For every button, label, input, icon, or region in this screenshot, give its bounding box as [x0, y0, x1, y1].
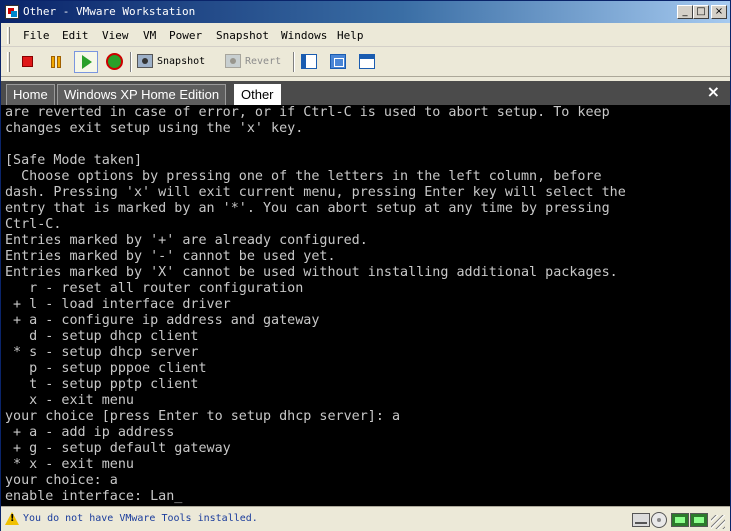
console-line: + l - load interface driver: [5, 297, 231, 312]
console-line: + g - setup default gateway: [5, 441, 231, 456]
power-on-button[interactable]: [74, 51, 98, 73]
snapshot-icon: [137, 54, 153, 68]
vmware-app-icon[interactable]: [5, 5, 19, 19]
warning-icon: [5, 512, 19, 525]
reset-icon: [106, 53, 123, 70]
cdrom-icon[interactable]: [651, 512, 667, 528]
toolbar: Snapshot Revert: [1, 47, 730, 77]
console-line: + a - add ip address: [5, 425, 175, 440]
console-line: are reverted in case of error, or if Ctr…: [5, 105, 610, 120]
summary-view-icon: [359, 54, 375, 69]
reset-button[interactable]: [103, 51, 125, 73]
summary-view-button[interactable]: [356, 51, 378, 73]
vm-console[interactable]: are reverted in case of error, or if Ctr…: [1, 105, 730, 506]
console-line: dash. Pressing 'x' will exit current men…: [5, 185, 626, 200]
power-off-icon: [22, 56, 33, 67]
power-on-icon: [82, 55, 92, 69]
menu-windows[interactable]: Windows: [281, 29, 327, 42]
console-line: d - setup dhcp client: [5, 329, 199, 344]
console-line: t - setup pptp client: [5, 377, 199, 392]
console-line: x - exit menu: [5, 393, 134, 408]
toolbar-grip[interactable]: [7, 52, 10, 72]
menu-power[interactable]: Power: [169, 29, 202, 42]
console-line: Entries marked by '-' cannot be used yet…: [5, 249, 336, 264]
menu-bar-grip[interactable]: [7, 27, 10, 44]
close-window-button[interactable]: ×: [711, 5, 727, 19]
tab-other[interactable]: Other: [234, 84, 281, 106]
toolbar-separator: [130, 52, 132, 72]
console-line: r - reset all router configuration: [5, 281, 304, 296]
tab-bar: Home Windows XP Home Edition Other ×: [1, 81, 730, 106]
revert-label: Revert: [245, 56, 282, 67]
network-adapter-icon[interactable]: [671, 513, 689, 527]
quick-switch-button[interactable]: [298, 51, 320, 73]
menu-snapshot[interactable]: Snapshot: [216, 29, 269, 42]
menu-help[interactable]: Help: [337, 29, 364, 42]
console-line: Choose options by pressing one of the le…: [5, 169, 602, 184]
console-line: your choice [press Enter to setup dhcp s…: [5, 409, 401, 424]
menu-vm[interactable]: VM: [143, 29, 156, 42]
console-line: + a - configure ip address and gateway: [5, 313, 320, 328]
tab-home[interactable]: Home: [6, 84, 55, 105]
toolbar-separator: [293, 52, 295, 72]
power-off-button[interactable]: [16, 51, 38, 73]
console-line: p - setup pppoe client: [5, 361, 207, 376]
suspend-button[interactable]: [45, 51, 67, 73]
console-line: changes exit setup using the 'x' key.: [5, 121, 304, 136]
revert-button[interactable]: Revert: [223, 51, 287, 73]
resize-grip[interactable]: [711, 515, 725, 529]
window-title: Other - VMware Workstation: [23, 5, 196, 18]
console-line: [Safe Mode taken]: [5, 153, 143, 168]
close-tab-icon[interactable]: ×: [707, 82, 720, 101]
hard-disk-icon[interactable]: [632, 513, 650, 527]
snapshot-label: Snapshot: [157, 56, 206, 67]
menu-edit[interactable]: Edit: [62, 29, 89, 42]
menu-bar: File Edit View VM Power Snapshot Windows…: [1, 23, 730, 47]
fullscreen-icon: [330, 54, 346, 69]
console-line: enable interface: Lan_: [5, 489, 183, 504]
maximize-button[interactable]: □: [693, 5, 709, 19]
quick-switch-icon: [301, 54, 317, 69]
fullscreen-button[interactable]: [327, 51, 349, 73]
revert-icon: [225, 54, 241, 68]
console-line: your choice: a: [5, 473, 118, 488]
console-line: * s - setup dhcp server: [5, 345, 199, 360]
snapshot-button[interactable]: Snapshot: [135, 51, 217, 73]
status-message[interactable]: You do not have VMware Tools installed.: [23, 513, 258, 524]
status-bar: You do not have VMware Tools installed.: [1, 506, 730, 531]
console-line: Ctrl-C.: [5, 217, 62, 232]
console-line: Entries marked by 'X' cannot be used wit…: [5, 265, 618, 280]
console-line: Entries marked by '+' are already config…: [5, 233, 368, 248]
suspend-icon: [51, 56, 55, 68]
console-line: * x - exit menu: [5, 457, 134, 472]
tab-windows-xp-home-edition[interactable]: Windows XP Home Edition: [57, 84, 227, 105]
menu-file[interactable]: File: [23, 29, 50, 42]
title-bar[interactable]: Other - VMware Workstation _ □ ×: [1, 1, 730, 23]
minimize-button[interactable]: _: [677, 5, 693, 19]
suspend-icon: [57, 56, 61, 68]
vmware-window: Other - VMware Workstation _ □ × File Ed…: [0, 0, 731, 531]
menu-view[interactable]: View: [102, 29, 129, 42]
network-adapter-icon[interactable]: [690, 513, 708, 527]
console-line: entry that is marked by an '*'. You can …: [5, 201, 610, 216]
